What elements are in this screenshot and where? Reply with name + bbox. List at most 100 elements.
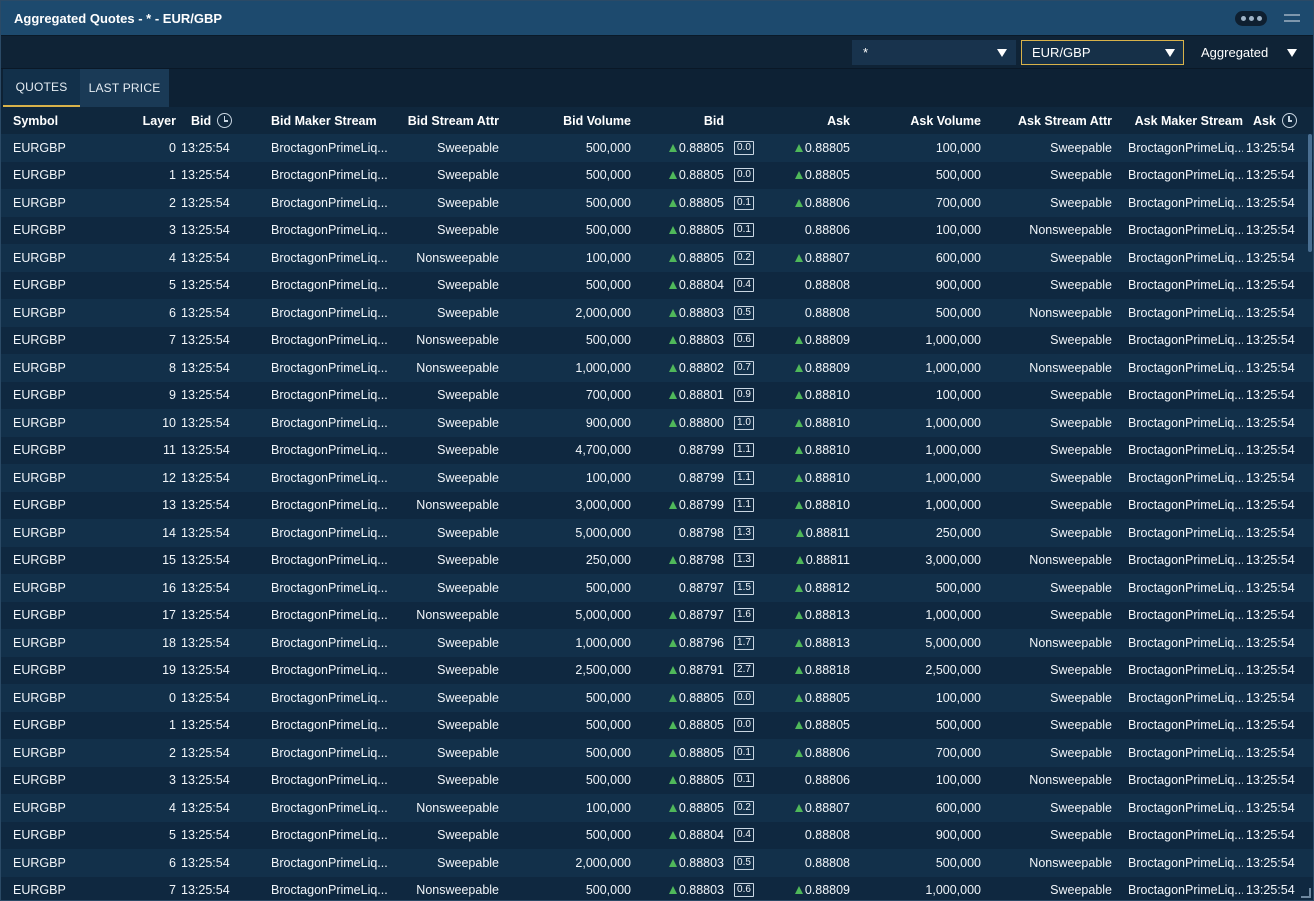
mode-dropdown[interactable]: Aggregated [1190,40,1306,65]
cell-symbol: EURGBP [13,718,66,733]
filter-dropdown[interactable]: * [852,40,1016,65]
table-row[interactable]: EURGBP 18 13:25:54 BroctagonPrimeLiq... Swee… [1,629,1313,657]
cell-bid-time: 13:25:54 [181,333,230,348]
cell-bid-volume: 2,000,000 [575,305,631,320]
spread-badge: 0.6 [734,333,754,348]
cell-bid-maker-stream: BroctagonPrimeLiq... [271,278,388,293]
col-header-bid-stream-attr[interactable]: Bid Stream Attr [396,107,499,134]
cell-bid-maker-stream: BroctagonPrimeLiq... [271,168,388,183]
up-arrow-icon [794,143,803,152]
table-row[interactable]: EURGBP 8 13:25:54 BroctagonPrimeLiq... Nonsw… [1,354,1313,382]
col-header-ask-volume[interactable]: Ask Volume [861,107,981,134]
col-header-ask-time[interactable]: Ask [1253,107,1303,134]
table-row[interactable]: EURGBP 16 13:25:54 BroctagonPrimeLiq... Swee… [1,574,1313,602]
cell-ask-time: 13:25:54 [1246,388,1295,403]
spread-badge: 0.0 [734,140,754,155]
table-row[interactable]: EURGBP 0 13:25:54 BroctagonPrimeLiq... Sweep… [1,684,1313,712]
table-row[interactable]: EURGBP 19 13:25:54 BroctagonPrimeLiq... Swee… [1,656,1313,684]
cell-ask-stream-attr: Sweepable [1050,663,1112,678]
cell-symbol: EURGBP [13,608,66,623]
mode-dropdown-value: Aggregated [1201,45,1269,60]
cell-ask: 0.88808 [761,272,850,300]
up-arrow-icon [794,391,803,400]
cell-bid-time: 13:25:54 [181,305,230,320]
col-header-ask-stream-attr[interactable]: Ask Stream Attr [991,107,1112,134]
table-row[interactable]: EURGBP 6 13:25:54 BroctagonPrimeLiq... Sweep… [1,299,1313,327]
cell-ask-value: 0.88807 [804,250,850,265]
table-row[interactable]: EURGBP 13 13:25:54 BroctagonPrimeLiq... Nons… [1,491,1313,519]
col-header-ask[interactable]: Ask [761,107,850,134]
cell-bid-stream-attr: Sweepable [437,388,499,403]
title-bar[interactable]: Aggregated Quotes - * - EUR/GBP [1,1,1313,36]
vertical-scrollbar[interactable] [1308,134,1312,252]
table-row[interactable]: EURGBP 2 13:25:54 BroctagonPrimeLiq... Sweep… [1,739,1313,767]
col-header-bid-volume[interactable]: Bid Volume [511,107,631,134]
cell-bid-volume: 2,500,000 [575,663,631,678]
col-header-ask-maker-stream[interactable]: Ask Maker Stream [1128,107,1243,134]
table-row[interactable]: EURGBP 14 13:25:54 BroctagonPrimeLiq... Swee… [1,519,1313,547]
table-row[interactable]: EURGBP 2 13:25:54 BroctagonPrimeLiq... Sweep… [1,189,1313,217]
cell-bid-time: 13:25:54 [181,250,230,265]
cell-spread: 1.3 [729,519,759,547]
up-arrow-icon [668,748,677,757]
cell-bid-time: 13:25:54 [181,773,230,788]
table-row[interactable]: EURGBP 0 13:25:54 BroctagonPrimeLiq... Sweep… [1,134,1313,162]
cell-bid-volume: 500,000 [585,690,631,705]
cell-bid: 0.88796 [641,629,724,657]
cell-bid-value: 0.88805 [678,773,724,788]
table-row[interactable]: EURGBP 5 13:25:54 BroctagonPrimeLiq... Sweep… [1,821,1313,849]
cell-spread: 0.5 [729,299,759,327]
cell-symbol: EURGBP [13,525,66,540]
more-dots-icon[interactable] [1235,11,1267,26]
cell-bid-time: 13:25:54 [181,360,230,375]
table-row[interactable]: EURGBP 4 13:25:54 BroctagonPrimeLiq... Nonsw… [1,244,1313,272]
cell-ask: 0.88808 [761,849,850,877]
col-header-bid-time[interactable]: Bid [191,107,241,134]
table-row[interactable]: EURGBP 1 13:25:54 BroctagonPrimeLiq... Sweep… [1,711,1313,739]
col-header-symbol[interactable]: Symbol [13,107,103,134]
cell-ask-stream-attr: Sweepable [1050,278,1112,293]
col-header-bid[interactable]: Bid [641,107,724,134]
cell-bid-maker-stream: BroctagonPrimeLiq... [271,690,388,705]
table-row[interactable]: EURGBP 7 13:25:54 BroctagonPrimeLiq... Nonsw… [1,876,1313,900]
table-row[interactable]: EURGBP 17 13:25:54 BroctagonPrimeLiq... Nons… [1,601,1313,630]
table-row[interactable]: EURGBP 10 13:25:54 BroctagonPrimeLiq... Swee… [1,409,1313,437]
table-row[interactable]: EURGBP 12 13:25:54 BroctagonPrimeLiq... Swee… [1,464,1313,492]
cell-layer: 6 [169,305,176,320]
hamburger-icon[interactable] [1284,12,1300,24]
cell-bid-time: 13:25:54 [181,635,230,650]
cell-ask-volume: 1,000,000 [925,443,981,458]
spread-badge: 0.2 [734,800,754,815]
table-row[interactable]: EURGBP 5 13:25:54 BroctagonPrimeLiq... Sweep… [1,271,1313,300]
cell-ask-maker-stream: BroctagonPrimeLiq... [1128,140,1243,155]
cell-ask-time: 13:25:54 [1246,580,1295,595]
table-row[interactable]: EURGBP 7 13:25:54 BroctagonPrimeLiq... Nonsw… [1,326,1313,354]
cell-layer: 9 [169,388,176,403]
cell-bid-maker-stream: BroctagonPrimeLiq... [271,250,388,265]
table-row[interactable]: EURGBP 3 13:25:54 BroctagonPrimeLiq... Sweep… [1,766,1313,794]
cell-ask-stream-attr: Sweepable [1050,168,1112,183]
cell-symbol: EURGBP [13,168,66,183]
currency-pair-dropdown[interactable]: EUR/GBP [1021,40,1184,65]
cell-bid-value: 0.88803 [678,855,724,870]
cell-ask-maker-stream: BroctagonPrimeLiq... [1128,470,1243,485]
table-row[interactable]: EURGBP 11 13:25:54 BroctagonPrimeLiq... Swee… [1,436,1313,464]
table-row[interactable]: EURGBP 15 13:25:54 BroctagonPrimeLiq... Swee… [1,546,1313,574]
cell-bid: 0.88797 [641,602,724,630]
col-header-bid-maker-stream[interactable]: Bid Maker Stream [271,107,391,134]
cell-bid-maker-stream: BroctagonPrimeLiq... [271,360,388,375]
table-row[interactable]: EURGBP 4 13:25:54 BroctagonPrimeLiq... Nonsw… [1,794,1313,822]
table-row[interactable]: EURGBP 1 13:25:54 BroctagonPrimeLiq... Sweep… [1,161,1313,189]
cell-bid-time: 13:25:54 [181,553,230,568]
cell-bid-stream-attr: Sweepable [437,415,499,430]
table-row[interactable]: EURGBP 3 13:25:54 BroctagonPrimeLiq... Sweep… [1,216,1313,244]
tab-quotes[interactable]: QUOTES [3,69,80,107]
cell-ask-time: 13:25:54 [1246,773,1295,788]
tab-last-price[interactable]: LAST PRICE [80,69,169,107]
table-row[interactable]: EURGBP 9 13:25:54 BroctagonPrimeLiq... Sweep… [1,381,1313,409]
table-row[interactable]: EURGBP 6 13:25:54 BroctagonPrimeLiq... Sweep… [1,849,1313,877]
col-header-layer[interactable]: Layer [106,107,176,134]
up-arrow-icon [668,666,677,675]
resize-grip-icon[interactable] [1301,888,1311,898]
cell-ask-value: 0.88807 [804,800,850,815]
